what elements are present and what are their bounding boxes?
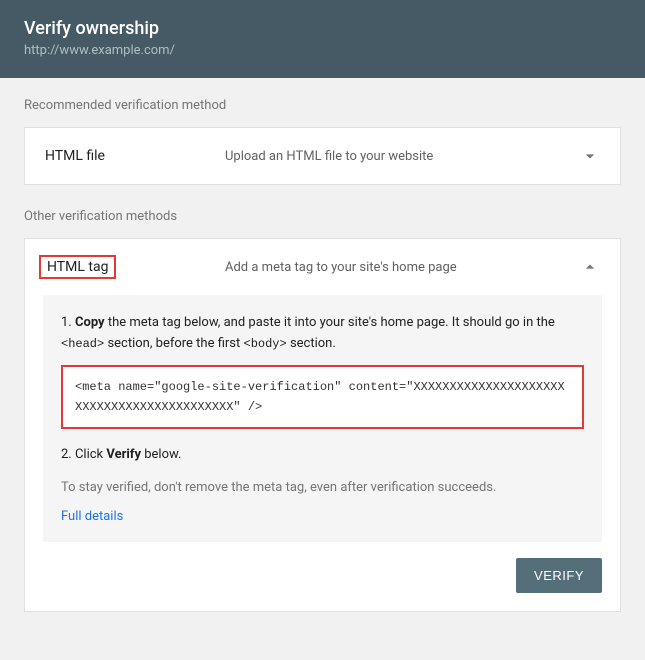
method-desc: Upload an HTML file to your website [225, 149, 580, 164]
actions: VERIFY [25, 558, 620, 611]
other-label: Other verification methods [24, 209, 621, 224]
method-html-tag: HTML tag Add a meta tag to your site's h… [24, 238, 621, 612]
highlight-html-tag: HTML tag [39, 255, 116, 279]
step-2: 2. Click Verify below. [61, 445, 584, 466]
meta-tag-code[interactable]: <meta name="google-site-verification" co… [61, 365, 584, 430]
note: To stay verified, don't remove the meta … [61, 480, 584, 495]
page-subtitle: http://www.example.com/ [24, 43, 621, 58]
method-html-file-header[interactable]: HTML file Upload an HTML file to your we… [25, 128, 620, 184]
recommended-label: Recommended verification method [24, 98, 621, 113]
chevron-up-icon [580, 257, 600, 277]
content: Recommended verification method HTML fil… [0, 78, 645, 656]
page-title: Verify ownership [24, 18, 621, 39]
method-html-file: HTML file Upload an HTML file to your we… [24, 127, 621, 185]
page-header: Verify ownership http://www.example.com/ [0, 0, 645, 78]
method-desc: Add a meta tag to your site's home page [225, 260, 580, 275]
method-title: HTML tag [45, 257, 225, 277]
step-1: 1. Copy the meta tag below, and paste it… [61, 313, 584, 355]
method-html-tag-header[interactable]: HTML tag Add a meta tag to your site's h… [25, 239, 620, 295]
method-title: HTML file [45, 148, 225, 164]
verify-button[interactable]: VERIFY [516, 558, 602, 593]
full-details-link[interactable]: Full details [61, 509, 584, 524]
chevron-down-icon [580, 146, 600, 166]
html-tag-panel: 1. Copy the meta tag below, and paste it… [43, 295, 602, 542]
